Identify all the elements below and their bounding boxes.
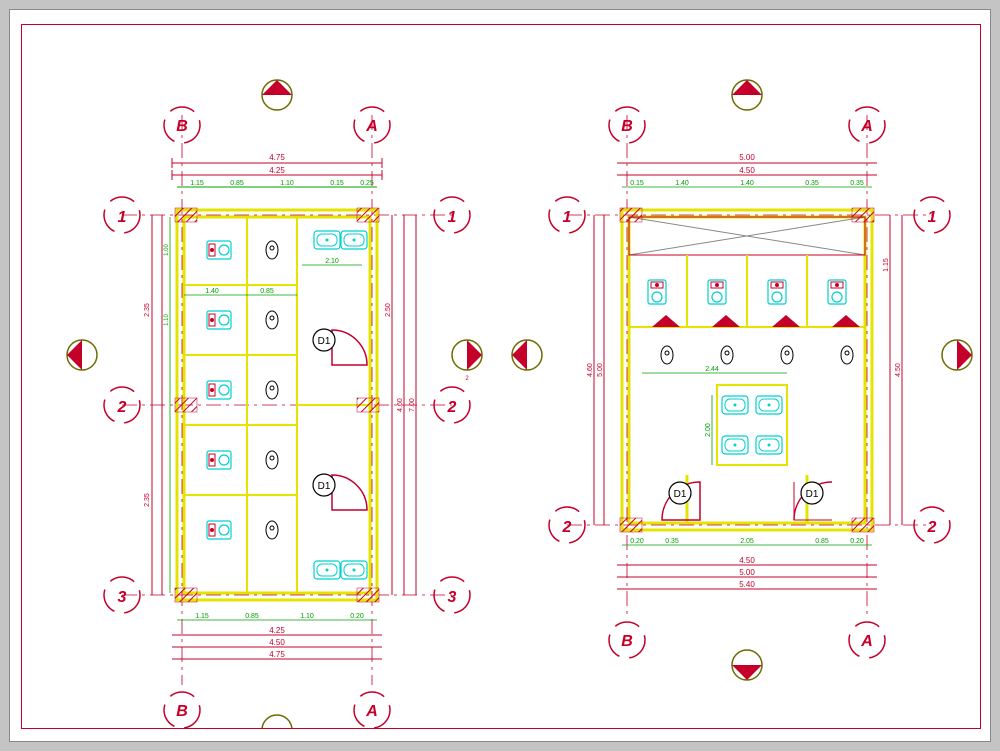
door-D1-lower: D1 — [313, 474, 367, 510]
svg-text:1.15: 1.15 — [190, 180, 204, 187]
svg-text:A: A — [860, 118, 873, 135]
svg-text:4.50: 4.50 — [895, 363, 902, 377]
svg-text:D1: D1 — [318, 481, 331, 492]
svg-text:4.25: 4.25 — [269, 626, 285, 635]
door-D1-L: D1 — [662, 482, 700, 520]
svg-text:0.20: 0.20 — [630, 538, 644, 545]
svg-text:1.40: 1.40 — [675, 180, 689, 187]
svg-text:5.00: 5.00 — [739, 153, 755, 162]
svg-text:0.15: 0.15 — [330, 180, 344, 187]
svg-text:5.00: 5.00 — [597, 363, 604, 377]
svg-text:4.50: 4.50 — [739, 166, 755, 175]
svg-text:1: 1 — [118, 209, 127, 226]
svg-text:7.00: 7.00 — [409, 398, 416, 412]
svg-text:1.10: 1.10 — [300, 613, 314, 620]
section-mark-top — [262, 80, 292, 110]
svg-text:1.40: 1.40 — [205, 288, 219, 295]
svg-text:A: A — [860, 633, 873, 650]
svg-text:0.85: 0.85 — [815, 538, 829, 545]
svg-text:1.10: 1.10 — [164, 314, 170, 326]
svg-text:2: 2 — [927, 519, 937, 536]
svg-text:2.35: 2.35 — [144, 303, 151, 317]
section-mark-bot — [262, 715, 292, 728]
svg-text:0.20: 0.20 — [350, 613, 364, 620]
svg-text:4.75: 4.75 — [269, 153, 285, 162]
svg-text:0.35: 0.35 — [665, 538, 679, 545]
svg-text:2.05: 2.05 — [740, 538, 754, 545]
svg-text:0.85: 0.85 — [230, 180, 244, 187]
svg-text:3: 3 — [448, 589, 457, 606]
drawing-frame: B A B A 1 2 3 1 2 3 2 4.75 4.25 1.15 0.8… — [21, 24, 981, 729]
svg-text:B: B — [621, 118, 633, 135]
svg-text:5.00: 5.00 — [739, 568, 755, 577]
svg-text:3: 3 — [118, 589, 127, 606]
svg-text:2.00: 2.00 — [705, 423, 712, 437]
svg-text:4.60: 4.60 — [587, 363, 594, 377]
svg-text:1: 1 — [448, 209, 457, 226]
svg-text:0.35: 0.35 — [805, 180, 819, 187]
svg-text:A: A — [365, 703, 378, 720]
svg-text:2.10: 2.10 — [325, 258, 339, 265]
svg-text:1.00: 1.00 — [164, 244, 170, 256]
door-D1-upper: D1 — [313, 329, 367, 365]
svg-text:0.35: 0.35 — [850, 180, 864, 187]
svg-text:D1: D1 — [674, 489, 687, 500]
svg-text:D1: D1 — [318, 336, 331, 347]
svg-text:4.60: 4.60 — [397, 398, 404, 412]
svg-text:2: 2 — [562, 519, 572, 536]
svg-text:4.50: 4.50 — [739, 556, 755, 565]
svg-text:4.50: 4.50 — [269, 638, 285, 647]
svg-text:B: B — [621, 633, 633, 650]
svg-text:1.10: 1.10 — [280, 180, 294, 187]
svg-text:4.25: 4.25 — [269, 166, 285, 175]
svg-text:0.20: 0.20 — [850, 538, 864, 545]
svg-text:1.40: 1.40 — [740, 180, 754, 187]
left-plan: B A B A 1 2 3 1 2 3 2 4.75 4.25 1.15 0.8… — [67, 80, 482, 728]
svg-text:0.85: 0.85 — [260, 288, 274, 295]
cad-drawing: B A B A 1 2 3 1 2 3 2 4.75 4.25 1.15 0.8… — [22, 25, 980, 728]
door-D1-R: D1 — [794, 482, 832, 520]
svg-text:1: 1 — [928, 209, 937, 226]
svg-text:2: 2 — [465, 376, 469, 382]
svg-text:B: B — [176, 118, 188, 135]
svg-text:2: 2 — [447, 399, 457, 416]
right-plan: B A B A 1 2 1 2 5.00 4.50 0.15 1.40 1.40… — [512, 80, 972, 680]
svg-text:0.25: 0.25 — [360, 180, 374, 187]
grid-bubble-A-bot: A — [354, 692, 390, 728]
drawing-paper: B A B A 1 2 3 1 2 3 2 4.75 4.25 1.15 0.8… — [9, 9, 991, 742]
svg-text:B: B — [176, 703, 188, 720]
svg-text:2: 2 — [117, 399, 127, 416]
grid-bubble-B-bot: B — [164, 692, 200, 728]
svg-text:5.40: 5.40 — [739, 580, 755, 589]
svg-text:0.85: 0.85 — [245, 613, 259, 620]
svg-text:2.35: 2.35 — [144, 493, 151, 507]
svg-text:1.15: 1.15 — [195, 613, 209, 620]
section-mark-right — [452, 340, 482, 370]
svg-text:2.50: 2.50 — [385, 303, 392, 317]
svg-text:0.15: 0.15 — [630, 180, 644, 187]
svg-text:A: A — [365, 118, 378, 135]
svg-text:D1: D1 — [806, 489, 819, 500]
svg-text:4.75: 4.75 — [269, 650, 285, 659]
svg-text:1.15: 1.15 — [883, 258, 890, 272]
section-mark-left — [67, 340, 97, 370]
svg-text:1: 1 — [563, 209, 572, 226]
svg-text:2.44: 2.44 — [705, 366, 719, 373]
